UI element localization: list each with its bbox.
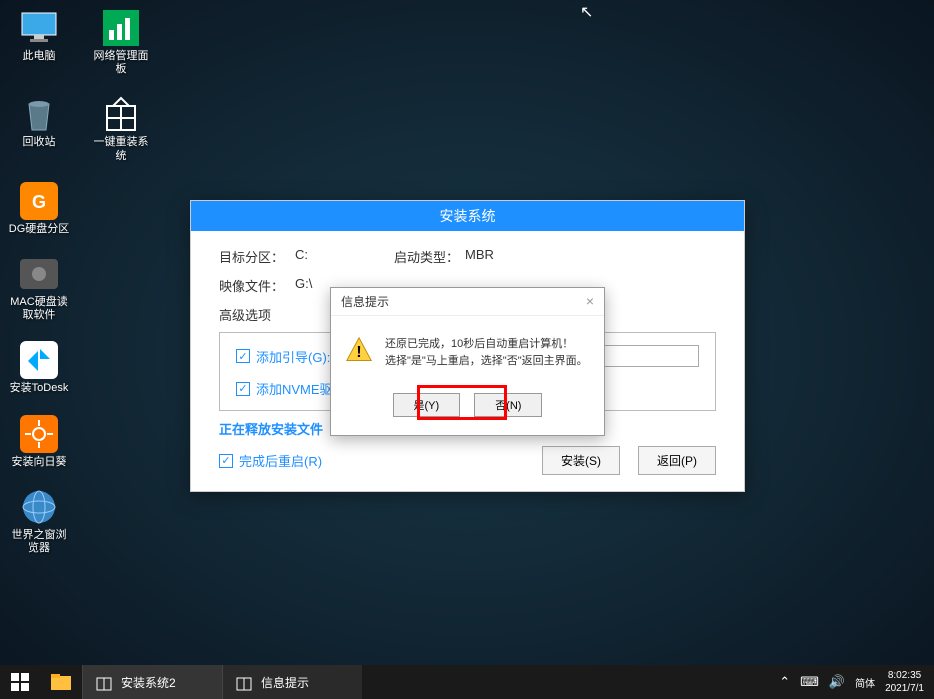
desktop-icon-reinstall[interactable]: 一键重装系统: [90, 94, 152, 162]
taskbar-item-label: 安装系统2: [121, 674, 176, 691]
icon-label: 此电脑: [23, 50, 56, 63]
close-button[interactable]: ×: [586, 293, 594, 310]
icon-label: MAC硬盘读取软件: [8, 296, 70, 322]
checkbox-label: 添加引导(G):: [256, 347, 330, 366]
drive-icon: [19, 254, 59, 294]
time-text: 8:02:35: [885, 669, 924, 682]
icon-label: DG硬盘分区: [9, 223, 70, 236]
dialog-title: 信息提示: [341, 293, 389, 310]
window-title: 安装系统: [191, 201, 744, 231]
icon-label: 网络管理面板: [90, 50, 152, 76]
desktop-icons-area: 此电脑 网络管理面板 回收站 一键重装系统 G DG硬盘分区: [8, 8, 152, 555]
chevron-up-icon[interactable]: ⌃: [779, 674, 790, 690]
desktop-icon-dg[interactable]: G DG硬盘分区: [8, 181, 70, 236]
boot-type-label: 启动类型：: [394, 247, 459, 266]
windows-icon: [11, 673, 29, 691]
start-button[interactable]: [0, 665, 40, 699]
taskbar: 安装系统2 信息提示 ⌃ ⌨ 🔊 简体 8:02:35 2021/7/1: [0, 665, 934, 699]
taskbar-item-install[interactable]: 安装系统2: [82, 665, 222, 699]
icon-label: 一键重装系统: [90, 136, 152, 162]
target-partition-label: 目标分区：: [219, 247, 289, 266]
no-button[interactable]: 否(N): [474, 393, 542, 417]
back-button[interactable]: 返回(P): [638, 446, 716, 475]
svg-text:!: !: [356, 344, 361, 361]
monitor-icon: [19, 8, 59, 48]
desktop-icon-recycle-bin[interactable]: 回收站: [8, 94, 70, 162]
image-file-label: 映像文件：: [219, 276, 289, 295]
clock[interactable]: 8:02:35 2021/7/1: [885, 669, 924, 695]
yes-button[interactable]: 是(Y): [393, 393, 461, 417]
dialog-message-line2: 选择"是"马上重启，选择"否"返回主界面。: [385, 353, 588, 370]
warning-icon: !: [345, 336, 373, 364]
desktop-icon-browser[interactable]: 世界之窗浏览器: [8, 487, 70, 555]
target-partition-value: C:: [295, 247, 308, 266]
folder-icon: [51, 674, 71, 690]
date-text: 2021/7/1: [885, 682, 924, 695]
icon-label: 世界之窗浏览器: [8, 529, 70, 555]
box-icon: [235, 673, 253, 691]
desktop-icon-todesk[interactable]: 安装ToDesk: [8, 340, 70, 395]
taskbar-explorer[interactable]: [40, 665, 82, 699]
box-icon: [95, 673, 113, 691]
image-file-value: G:\: [295, 276, 312, 295]
select-placeholder[interactable]: [589, 345, 699, 367]
desktop-icon-this-pc[interactable]: 此电脑: [8, 8, 70, 76]
checkbox-label: 添加NVME驱: [256, 379, 333, 398]
system-tray: ⌃ ⌨ 🔊 简体 8:02:35 2021/7/1: [769, 665, 934, 699]
globe-icon: [19, 487, 59, 527]
ime-indicator[interactable]: 简体: [855, 675, 875, 690]
dialog-message-line1: 还原已完成，10秒后自动重启计算机！: [385, 336, 588, 353]
svg-text:G: G: [32, 192, 46, 212]
desktop-icon-network-panel[interactable]: 网络管理面板: [90, 8, 152, 76]
checkbox-icon: ✓: [236, 382, 250, 396]
checkbox-restart[interactable]: ✓ 完成后重启(R): [219, 451, 322, 470]
icon-label: 安装向日葵: [12, 456, 67, 469]
dg-icon: G: [19, 181, 59, 221]
boot-type-value: MBR: [465, 247, 494, 266]
desktop-icon-mac-disk[interactable]: MAC硬盘读取软件: [8, 254, 70, 322]
cursor-icon: ↖: [580, 2, 593, 22]
taskbar-item-msg[interactable]: 信息提示: [222, 665, 362, 699]
chart-icon: [101, 8, 141, 48]
icon-label: 安装ToDesk: [10, 382, 69, 395]
trash-icon: [19, 94, 59, 134]
volume-icon[interactable]: 🔊: [829, 674, 845, 690]
install-button[interactable]: 安装(S): [542, 446, 620, 475]
taskbar-item-label: 信息提示: [261, 674, 309, 691]
message-dialog: 信息提示 × ! 还原已完成，10秒后自动重启计算机！ 选择"是"马上重启，选择…: [330, 287, 605, 436]
box-icon: [101, 94, 141, 134]
todesk-icon: [19, 340, 59, 380]
checkbox-icon: ✓: [236, 349, 250, 363]
icon-label: 回收站: [23, 136, 56, 149]
sunflower-icon: [19, 414, 59, 454]
checkbox-label: 完成后重启(R): [239, 451, 322, 470]
checkbox-icon: ✓: [219, 454, 233, 468]
keyboard-icon[interactable]: ⌨: [800, 674, 819, 690]
desktop-icon-sunflower[interactable]: 安装向日葵: [8, 414, 70, 469]
